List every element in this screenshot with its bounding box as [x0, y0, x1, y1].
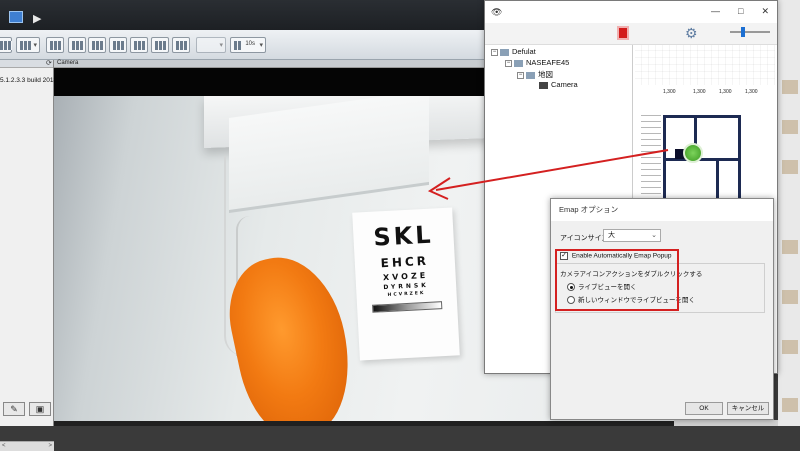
- grid-icon: [134, 41, 146, 50]
- sequence-button[interactable]: ▾: [196, 37, 226, 53]
- icon-size-value: 大: [608, 232, 615, 239]
- thumbnail: [782, 290, 798, 304]
- video-letterbox: [54, 68, 484, 96]
- emap-close-button[interactable]: ✕: [761, 6, 769, 17]
- zoom-slider[interactable]: [730, 27, 770, 37]
- eye-chart-line: SKL: [372, 220, 435, 252]
- scroll-left-arrow[interactable]: <: [2, 443, 6, 449]
- thumbnail: [782, 80, 798, 94]
- sidebar-tools: ✎ ▣: [0, 402, 54, 420]
- floorplan-wall: [716, 158, 719, 201]
- gear-icon[interactable]: ⚙: [685, 25, 698, 42]
- emap-toolbar: ⚙: [485, 23, 777, 45]
- collapse-icon[interactable]: −: [491, 48, 498, 56]
- collapse-icon[interactable]: −: [517, 71, 524, 79]
- tree-node-camera[interactable]: Camera: [539, 80, 578, 89]
- floorplan-dimension: 1,300: [693, 89, 706, 95]
- emap-floorplan[interactable]: 1,300 1,300 1,300 1,300: [635, 45, 775, 201]
- play-icon[interactable]: ▶: [33, 14, 41, 25]
- camera-panel-header: ⟳ Camera: [46, 60, 484, 68]
- app-logo-icon[interactable]: [9, 11, 23, 23]
- grid-icon: [50, 41, 62, 50]
- thumbnail: [782, 240, 798, 254]
- server-icon: [514, 59, 523, 67]
- build-version-text: 5.1.2.3.3 build 2018: [0, 77, 58, 84]
- emap-window-controls: — □ ✕: [711, 6, 769, 17]
- grayscale-bar: [372, 301, 443, 313]
- split-layout-icon: [20, 41, 32, 50]
- floorplan-dimension: 1,300: [663, 89, 676, 95]
- grid-icon: [72, 41, 84, 50]
- horizontal-scrollbar[interactable]: < >: [0, 441, 54, 451]
- slider-handle[interactable]: [741, 27, 745, 37]
- ok-button[interactable]: OK: [685, 402, 723, 415]
- tree-node-label: 地図: [538, 70, 553, 79]
- highlight-annotation-box: [555, 249, 679, 311]
- camera-panel-title: Camera: [57, 60, 79, 66]
- vent-image-element: [229, 96, 429, 213]
- emap-minimize-button[interactable]: —: [711, 6, 720, 17]
- eye-chart: SKL EHCR XVOZE DYRNSK HCVRZEK: [352, 207, 460, 361]
- layout-menu-button[interactable]: [0, 37, 12, 53]
- emap-maximize-button[interactable]: □: [738, 6, 743, 17]
- emap-camera-icon[interactable]: [683, 143, 703, 163]
- layout-9-button[interactable]: [109, 37, 127, 53]
- camera-bottom-strip: [54, 421, 674, 426]
- layout-split-button[interactable]: ▾: [16, 37, 40, 53]
- thumbnail: [782, 160, 798, 174]
- tree-node-label: Camera: [551, 80, 578, 89]
- scroll-right-arrow[interactable]: >: [48, 443, 52, 449]
- background-thumbnails: [778, 0, 800, 426]
- layout-4-button[interactable]: [46, 37, 64, 53]
- tree-node-map[interactable]: − 地図: [517, 69, 553, 80]
- emap-edit-icon[interactable]: [617, 26, 629, 40]
- grid-icon: [92, 41, 104, 50]
- floorplan-dimension: 1,300: [745, 89, 758, 95]
- folder-icon: [500, 48, 509, 56]
- background-bottom-strip: [674, 420, 778, 426]
- layout-13-button[interactable]: [151, 37, 169, 53]
- layout-6-button[interactable]: [68, 37, 86, 53]
- icon-size-select[interactable]: 大 ⌄: [603, 229, 661, 242]
- grid-icon: [176, 41, 188, 50]
- layout-8-button[interactable]: [88, 37, 106, 53]
- floorplan-dimension: 1,300: [719, 89, 732, 95]
- layout-icon: [0, 41, 12, 50]
- eye-chart-line: EHCR: [380, 253, 430, 271]
- collapse-icon[interactable]: −: [505, 59, 512, 67]
- interval-dropdown[interactable]: 10s ▾: [230, 37, 266, 53]
- chevron-down-icon: ▾: [219, 42, 223, 49]
- grid-icon: [155, 41, 167, 50]
- timer-icon: [234, 41, 242, 50]
- layout-16-button[interactable]: [172, 37, 190, 53]
- emap-title-bar: 👁 — □ ✕: [485, 1, 777, 23]
- thumbnail: [782, 398, 798, 412]
- cancel-button[interactable]: キャンセル: [727, 402, 769, 415]
- grid-icon: [113, 41, 125, 50]
- refresh-icon[interactable]: ⟳: [46, 60, 52, 67]
- interval-label: 10s: [245, 41, 255, 47]
- dialog-title: Emap オプション: [551, 199, 773, 221]
- map-icon: [526, 71, 535, 79]
- chevron-down-icon: ⌄: [651, 232, 657, 239]
- tree-node-label: NASEAFE45: [526, 58, 570, 67]
- layout-10-button[interactable]: [130, 37, 148, 53]
- thumbnail: [782, 340, 798, 354]
- floorplan-stairs: [641, 115, 661, 201]
- floorplan-hatch: [635, 45, 775, 85]
- chevron-down-icon: ▾: [33, 42, 37, 49]
- tree-node-root[interactable]: − Defulat: [491, 47, 536, 56]
- eye-icon: 👁: [491, 7, 503, 17]
- edit-icon[interactable]: ✎: [3, 402, 25, 416]
- server-sidebar: 5.1.2.3.3 build 2018 < > ✎ ▣: [0, 60, 58, 451]
- chevron-down-icon: ▾: [259, 42, 263, 49]
- snapshot-camera-icon[interactable]: ▣: [29, 402, 51, 416]
- thumbnail: [782, 120, 798, 134]
- tree-node-label: Defulat: [512, 47, 536, 56]
- camera-icon: [539, 81, 548, 89]
- tree-node-server[interactable]: − NASEAFE45: [505, 58, 569, 67]
